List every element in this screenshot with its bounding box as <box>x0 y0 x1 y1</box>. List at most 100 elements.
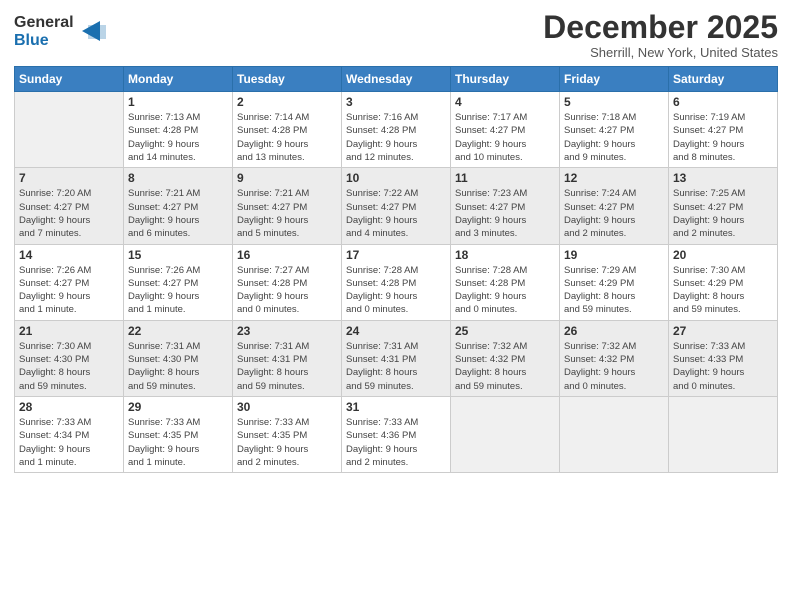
day-info: Sunrise: 7:32 AM Sunset: 4:32 PM Dayligh… <box>564 340 664 393</box>
calendar-cell: 14Sunrise: 7:26 AM Sunset: 4:27 PM Dayli… <box>15 244 124 320</box>
day-info: Sunrise: 7:30 AM Sunset: 4:29 PM Dayligh… <box>673 264 773 317</box>
page: General Blue December 2025 Sherrill, New… <box>0 0 792 612</box>
calendar-cell: 12 Sunrise: 7:24 AM Sunset: 4:27 PM Dayli… <box>560 168 669 244</box>
day-number: 27 <box>673 324 773 338</box>
calendar-cell: 11 Sunrise: 7:23 AM Sunset: 4:27 PM Dayli… <box>451 168 560 244</box>
day-number: 10 <box>346 171 446 185</box>
calendar-cell: 21 Sunrise: 7:30 AM Sunset: 4:30 PM Dayli… <box>15 320 124 396</box>
header: General Blue December 2025 Sherrill, New… <box>14 10 778 60</box>
calendar-cell: 4 Sunrise: 7:17 AM Sunset: 4:27 PM Daylig… <box>451 92 560 168</box>
day-number: 19 <box>564 248 664 262</box>
calendar-cell: 16Sunrise: 7:27 AM Sunset: 4:28 PM Dayli… <box>233 244 342 320</box>
day-number: 7 <box>19 171 119 185</box>
day-number: 17 <box>346 248 446 262</box>
day-number: 2 <box>237 95 337 109</box>
day-info: Sunrise: 7:22 AM Sunset: 4:27 PM Dayligh… <box>346 187 446 240</box>
day-info: Sunrise: 7:19 AM Sunset: 4:27 PM Dayligh… <box>673 111 773 164</box>
day-info: Sunrise: 7:31 AM Sunset: 4:30 PM Dayligh… <box>128 340 228 393</box>
day-number: 3 <box>346 95 446 109</box>
day-number: 5 <box>564 95 664 109</box>
calendar-cell: 22 Sunrise: 7:31 AM Sunset: 4:30 PM Dayli… <box>124 320 233 396</box>
calendar-cell: 20 Sunrise: 7:30 AM Sunset: 4:29 PM Dayli… <box>669 244 778 320</box>
day-number: 6 <box>673 95 773 109</box>
day-number: 21 <box>19 324 119 338</box>
day-info: Sunrise: 7:33 AM Sunset: 4:36 PM Dayligh… <box>346 416 446 469</box>
day-number: 8 <box>128 171 228 185</box>
day-info: Sunrise: 7:23 AM Sunset: 4:27 PM Dayligh… <box>455 187 555 240</box>
day-info: Sunrise: 7:26 AM Sunset: 4:27 PM Dayligh… <box>128 264 228 317</box>
day-number: 15 <box>128 248 228 262</box>
day-info: Sunrise: 7:28 AM Sunset: 4:28 PM Dayligh… <box>346 264 446 317</box>
col-tuesday: Tuesday <box>233 67 342 92</box>
calendar-cell: 2Sunrise: 7:14 AM Sunset: 4:28 PM Daylig… <box>233 92 342 168</box>
calendar-table: Sunday Monday Tuesday Wednesday Thursday… <box>14 66 778 473</box>
logo: General Blue <box>14 14 108 49</box>
calendar-cell: 18 Sunrise: 7:28 AM Sunset: 4:28 PM Dayli… <box>451 244 560 320</box>
col-sunday: Sunday <box>15 67 124 92</box>
day-number: 30 <box>237 400 337 414</box>
calendar-cell: 24 Sunrise: 7:31 AM Sunset: 4:31 PM Dayli… <box>342 320 451 396</box>
day-info: Sunrise: 7:17 AM Sunset: 4:27 PM Dayligh… <box>455 111 555 164</box>
calendar-week-2: 7 Sunrise: 7:20 AM Sunset: 4:27 PM Daylig… <box>15 168 778 244</box>
logo-general: General <box>14 14 74 32</box>
day-number: 29 <box>128 400 228 414</box>
calendar-cell: 13Sunrise: 7:25 AM Sunset: 4:27 PM Dayli… <box>669 168 778 244</box>
day-number: 23 <box>237 324 337 338</box>
location: Sherrill, New York, United States <box>543 45 778 60</box>
day-info: Sunrise: 7:24 AM Sunset: 4:27 PM Dayligh… <box>564 187 664 240</box>
day-number: 31 <box>346 400 446 414</box>
day-info: Sunrise: 7:16 AM Sunset: 4:28 PM Dayligh… <box>346 111 446 164</box>
calendar-cell: 3 Sunrise: 7:16 AM Sunset: 4:28 PM Daylig… <box>342 92 451 168</box>
title-block: December 2025 Sherrill, New York, United… <box>543 10 778 60</box>
calendar-cell: 5 Sunrise: 7:18 AM Sunset: 4:27 PM Daylig… <box>560 92 669 168</box>
day-info: Sunrise: 7:30 AM Sunset: 4:30 PM Dayligh… <box>19 340 119 393</box>
day-number: 12 <box>564 171 664 185</box>
day-info: Sunrise: 7:31 AM Sunset: 4:31 PM Dayligh… <box>346 340 446 393</box>
day-info: Sunrise: 7:21 AM Sunset: 4:27 PM Dayligh… <box>128 187 228 240</box>
day-info: Sunrise: 7:33 AM Sunset: 4:35 PM Dayligh… <box>128 416 228 469</box>
col-thursday: Thursday <box>451 67 560 92</box>
calendar-cell: 25Sunrise: 7:32 AM Sunset: 4:32 PM Dayli… <box>451 320 560 396</box>
day-info: Sunrise: 7:29 AM Sunset: 4:29 PM Dayligh… <box>564 264 664 317</box>
header-row: Sunday Monday Tuesday Wednesday Thursday… <box>15 67 778 92</box>
calendar-week-3: 14 Sunrise: 7:26 AM Sunset: 4:27 PM Dayli… <box>15 244 778 320</box>
calendar-cell: 6 Sunrise: 7:19 AM Sunset: 4:27 PM Daylig… <box>669 92 778 168</box>
day-number: 16 <box>237 248 337 262</box>
col-monday: Monday <box>124 67 233 92</box>
day-number: 4 <box>455 95 555 109</box>
day-number: 20 <box>673 248 773 262</box>
calendar-cell: 27 Sunrise: 7:33 AM Sunset: 4:33 PM Dayli… <box>669 320 778 396</box>
logo-text: General Blue <box>14 14 74 49</box>
day-number: 22 <box>128 324 228 338</box>
calendar-cell: 29 Sunrise: 7:33 AM Sunset: 4:35 PM Dayli… <box>124 396 233 472</box>
calendar-cell: 23 Sunrise: 7:31 AM Sunset: 4:31 PM Dayli… <box>233 320 342 396</box>
day-number: 24 <box>346 324 446 338</box>
logo-blue: Blue <box>14 32 74 50</box>
calendar-cell <box>15 92 124 168</box>
day-info: Sunrise: 7:28 AM Sunset: 4:28 PM Dayligh… <box>455 264 555 317</box>
day-info: Sunrise: 7:13 AM Sunset: 4:28 PM Dayligh… <box>128 111 228 164</box>
calendar-cell: 8 Sunrise: 7:21 AM Sunset: 4:27 PM Daylig… <box>124 168 233 244</box>
calendar-cell: 7 Sunrise: 7:20 AM Sunset: 4:27 PM Daylig… <box>15 168 124 244</box>
day-number: 11 <box>455 171 555 185</box>
day-info: Sunrise: 7:18 AM Sunset: 4:27 PM Dayligh… <box>564 111 664 164</box>
calendar-week-5: 28Sunrise: 7:33 AM Sunset: 4:34 PM Dayli… <box>15 396 778 472</box>
calendar-cell <box>451 396 560 472</box>
day-number: 14 <box>19 248 119 262</box>
calendar-cell <box>560 396 669 472</box>
day-info: Sunrise: 7:31 AM Sunset: 4:31 PM Dayligh… <box>237 340 337 393</box>
col-saturday: Saturday <box>669 67 778 92</box>
day-number: 13 <box>673 171 773 185</box>
calendar-cell: 28Sunrise: 7:33 AM Sunset: 4:34 PM Dayli… <box>15 396 124 472</box>
calendar-cell: 31 Sunrise: 7:33 AM Sunset: 4:36 PM Dayli… <box>342 396 451 472</box>
calendar-cell: 17 Sunrise: 7:28 AM Sunset: 4:28 PM Dayli… <box>342 244 451 320</box>
calendar-cell: 26Sunrise: 7:32 AM Sunset: 4:32 PM Dayli… <box>560 320 669 396</box>
day-info: Sunrise: 7:33 AM Sunset: 4:34 PM Dayligh… <box>19 416 119 469</box>
col-wednesday: Wednesday <box>342 67 451 92</box>
day-info: Sunrise: 7:33 AM Sunset: 4:33 PM Dayligh… <box>673 340 773 393</box>
day-number: 18 <box>455 248 555 262</box>
calendar-cell: 30Sunrise: 7:33 AM Sunset: 4:35 PM Dayli… <box>233 396 342 472</box>
calendar-cell: 15 Sunrise: 7:26 AM Sunset: 4:27 PM Dayli… <box>124 244 233 320</box>
day-info: Sunrise: 7:20 AM Sunset: 4:27 PM Dayligh… <box>19 187 119 240</box>
day-info: Sunrise: 7:32 AM Sunset: 4:32 PM Dayligh… <box>455 340 555 393</box>
